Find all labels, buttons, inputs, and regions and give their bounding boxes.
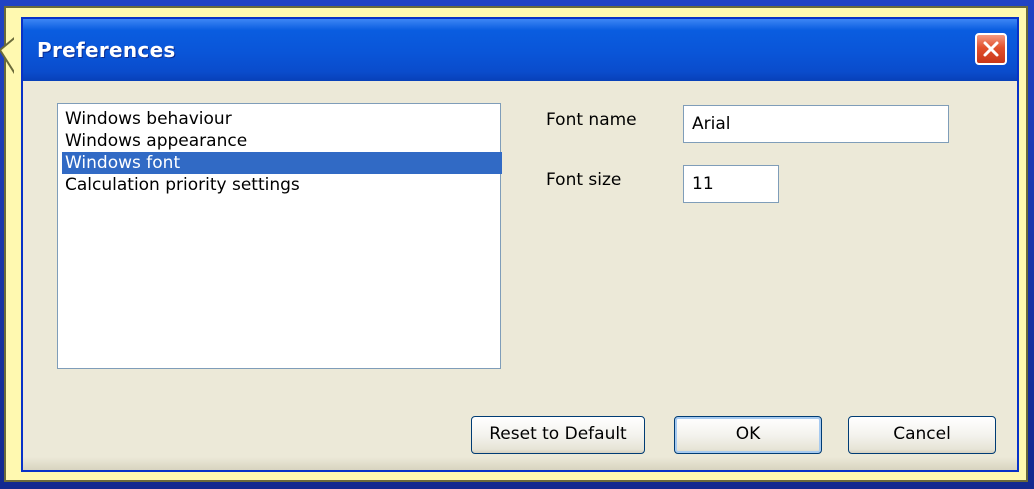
title-bar[interactable]: Preferences [23,19,1017,81]
list-item-windows-appearance[interactable]: Windows appearance [62,130,502,152]
list-item-label: Windows appearance [65,131,248,151]
cancel-button[interactable]: Cancel [848,416,996,454]
list-item-windows-font[interactable]: Windows font [62,152,502,174]
dialog-title: Preferences [37,38,176,62]
close-button[interactable] [975,33,1007,65]
list-item-windows-behaviour[interactable]: Windows behaviour [62,108,502,130]
close-icon [983,41,999,57]
list-item-label: Windows behaviour [65,109,232,129]
ok-button[interactable]: OK [674,416,822,454]
reset-to-default-button[interactable]: Reset to Default [471,416,645,454]
list-item-calculation-priority[interactable]: Calculation priority settings [62,174,502,196]
list-item-label: Windows font [65,153,181,173]
preferences-dialog: Preferences Windows behaviour Windows ap… [21,17,1019,472]
font-size-field[interactable]: 11 [683,165,779,203]
category-list[interactable]: Windows behaviour Windows appearance Win… [57,103,502,369]
font-size-label: Font size [546,170,622,190]
font-name-label: Font name [546,110,637,130]
dialog-bottom-edge [23,457,1017,470]
font-name-field[interactable]: Arial [683,105,949,143]
list-item-label: Calculation priority settings [65,175,300,195]
